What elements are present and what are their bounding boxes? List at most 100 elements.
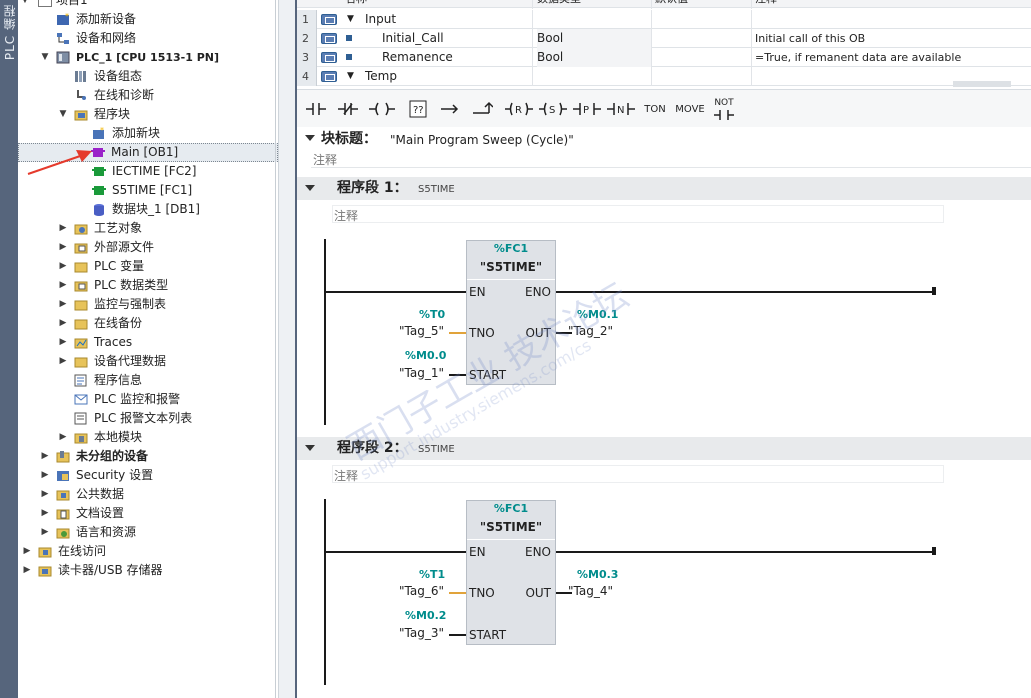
interface-row[interactable]: 2 Initial_Call Bool Initial call of this… <box>297 29 1031 48</box>
expand-icon[interactable]: ▶ <box>40 466 50 485</box>
expand-icon[interactable]: ▶ <box>22 542 32 561</box>
ungrouped-devices-icon <box>56 450 70 463</box>
network-collapse-icon[interactable] <box>305 185 315 191</box>
negative-edge-icon[interactable]: N <box>605 96 635 122</box>
expand-icon[interactable]: ▶ <box>40 523 50 542</box>
tree-item-device-proxy-data[interactable]: ▶ 设备代理数据 <box>18 352 278 371</box>
tree-item-plc-alarms[interactable]: PLC 监控和报警 <box>18 390 278 409</box>
set-coil-icon[interactable]: S <box>537 96 567 122</box>
not-button[interactable]: NOT <box>711 96 737 122</box>
tree-item-s5time-fc1[interactable]: S5TIME [FC1] <box>18 181 278 200</box>
tree-item-traces[interactable]: ▶ Traces <box>18 333 278 352</box>
tree-item-devices-networks[interactable]: 设备和网络 <box>18 29 278 48</box>
tree-item-online-diagnostics[interactable]: 在线和诊断 <box>18 86 278 105</box>
tree-item-online-access[interactable]: ▶ 在线访问 <box>18 542 278 561</box>
expand-icon[interactable]: ▶ <box>40 447 50 466</box>
interface-scrollbar[interactable] <box>953 81 1011 87</box>
folder-icon <box>74 298 88 311</box>
plc-icon <box>56 51 70 64</box>
svg-text:??: ?? <box>413 105 424 116</box>
folder-icon <box>74 336 88 349</box>
collapse-icon[interactable]: ▼ <box>20 0 30 10</box>
lad-toolbar: ?? R S P N TON MOVE NOT <box>297 89 1031 127</box>
folder-icon <box>74 260 88 273</box>
tree-item-plc[interactable]: ▼ PLC_1 [CPU 1513-1 PN] <box>18 48 278 67</box>
expand-icon[interactable]: ▶ <box>22 561 32 580</box>
expand-icon[interactable]: ▶ <box>58 352 68 371</box>
datablock-icon <box>92 203 106 216</box>
reset-coil-icon[interactable]: R <box>503 96 533 122</box>
open-branch-icon[interactable] <box>437 96 463 122</box>
block-title-collapse-icon[interactable] <box>305 135 315 141</box>
device-config-icon <box>74 70 88 83</box>
empty-box-icon[interactable]: ?? <box>405 96 431 122</box>
language-icon <box>56 526 70 539</box>
tree-item-project[interactable]: ▼ 项目1 <box>18 0 278 10</box>
card-reader-icon <box>38 564 52 577</box>
ton-button[interactable]: TON <box>641 96 669 122</box>
tree-divider[interactable] <box>275 0 276 698</box>
tree-item-technology-objects[interactable]: ▶ 工艺对象 <box>18 219 278 238</box>
tree-item-program-blocks[interactable]: ▼ 程序块 <box>18 105 278 124</box>
move-button[interactable]: MOVE <box>673 96 707 122</box>
nc-contact-icon[interactable] <box>335 96 361 122</box>
start-wire <box>449 634 466 636</box>
network-collapse-icon[interactable] <box>305 445 315 451</box>
expand-icon[interactable]: ▶ <box>58 428 68 447</box>
expand-icon[interactable]: ▶ <box>58 257 68 276</box>
param-marker-icon <box>346 35 352 41</box>
expand-icon[interactable]: ▶ <box>58 238 68 257</box>
power-rail <box>324 499 326 685</box>
tree-item-security-settings[interactable]: ▶ Security 设置 <box>18 466 278 485</box>
interface-row[interactable]: 4 ▼ Temp <box>297 67 1031 86</box>
tree-item-ungrouped-devices[interactable]: ▶ 未分组的设备 <box>18 447 278 466</box>
tree-item-datablock-db1[interactable]: 数据块_1 [DB1] <box>18 200 278 219</box>
tree-item-device-config[interactable]: 设备组态 <box>18 67 278 86</box>
collapse-icon[interactable]: ▼ <box>40 48 50 67</box>
tree-item-plc-alarm-texts[interactable]: PLC 报警文本列表 <box>18 409 278 428</box>
positive-edge-icon[interactable]: P <box>571 96 601 122</box>
tree-item-program-info[interactable]: 程序信息 <box>18 371 278 390</box>
eno-wire <box>556 551 934 553</box>
tree-item-local-modules[interactable]: ▶ 本地模块 <box>18 428 278 447</box>
tree-item-online-backups[interactable]: ▶ 在线备份 <box>18 314 278 333</box>
fc-block-icon <box>92 184 106 197</box>
tree-item-plc-tags[interactable]: ▶ PLC 变量 <box>18 257 278 276</box>
expand-icon[interactable]: ▶ <box>58 314 68 333</box>
tree-item-watch-force-tables[interactable]: ▶ 监控与强制表 <box>18 295 278 314</box>
tree-item-document-settings[interactable]: ▶ 文档设置 <box>18 504 278 523</box>
tree-item-external-sources[interactable]: ▶ 外部源文件 <box>18 238 278 257</box>
tree-item-card-reader[interactable]: ▶ 读卡器/USB 存储器 <box>18 561 278 580</box>
folder-icon <box>74 279 88 292</box>
rung-end <box>932 287 936 295</box>
svg-text:P: P <box>583 105 589 116</box>
coil-icon[interactable] <box>367 96 397 122</box>
interface-row[interactable]: 3 Remanence Bool =True, if remanent data… <box>297 48 1031 67</box>
expand-icon[interactable]: ▶ <box>40 504 50 523</box>
interface-row[interactable]: 1 ▼ Input <box>297 10 1031 29</box>
tree-item-common-data[interactable]: ▶ 公共数据 <box>18 485 278 504</box>
diagnostics-icon <box>74 89 88 102</box>
no-contact-icon[interactable] <box>303 96 329 122</box>
expand-icon[interactable]: ▶ <box>58 295 68 314</box>
expand-icon[interactable]: ▶ <box>58 333 68 352</box>
project-icon <box>38 0 52 7</box>
tree-item-plc-data-types[interactable]: ▶ PLC 数据类型 <box>18 276 278 295</box>
left-vertical-tab[interactable]: PLC 编程 <box>0 0 18 698</box>
fc-call-box[interactable]: %FC1 "S5TIME" EN ENO TNO OUT START <box>466 500 556 645</box>
expand-icon[interactable]: ▶ <box>40 485 50 504</box>
tree-item-languages-resources[interactable]: ▶ 语言和资源 <box>18 523 278 542</box>
section-collapse-icon[interactable]: ▼ <box>347 10 354 29</box>
collapse-icon[interactable]: ▼ <box>58 105 68 124</box>
section-collapse-icon[interactable]: ▼ <box>347 67 354 86</box>
interface-pin-icon <box>321 33 337 44</box>
power-rail <box>324 239 326 425</box>
network-1-header[interactable]: 程序段 1： S5TIME <box>297 177 1031 200</box>
program-info-icon <box>74 374 88 387</box>
expand-icon[interactable]: ▶ <box>58 276 68 295</box>
close-branch-icon[interactable] <box>469 96 495 122</box>
annotation-arrow-icon <box>27 150 92 175</box>
svg-text:S: S <box>549 105 555 116</box>
tree-item-add-device[interactable]: * 添加新设备 <box>18 10 278 29</box>
expand-icon[interactable]: ▶ <box>58 219 68 238</box>
